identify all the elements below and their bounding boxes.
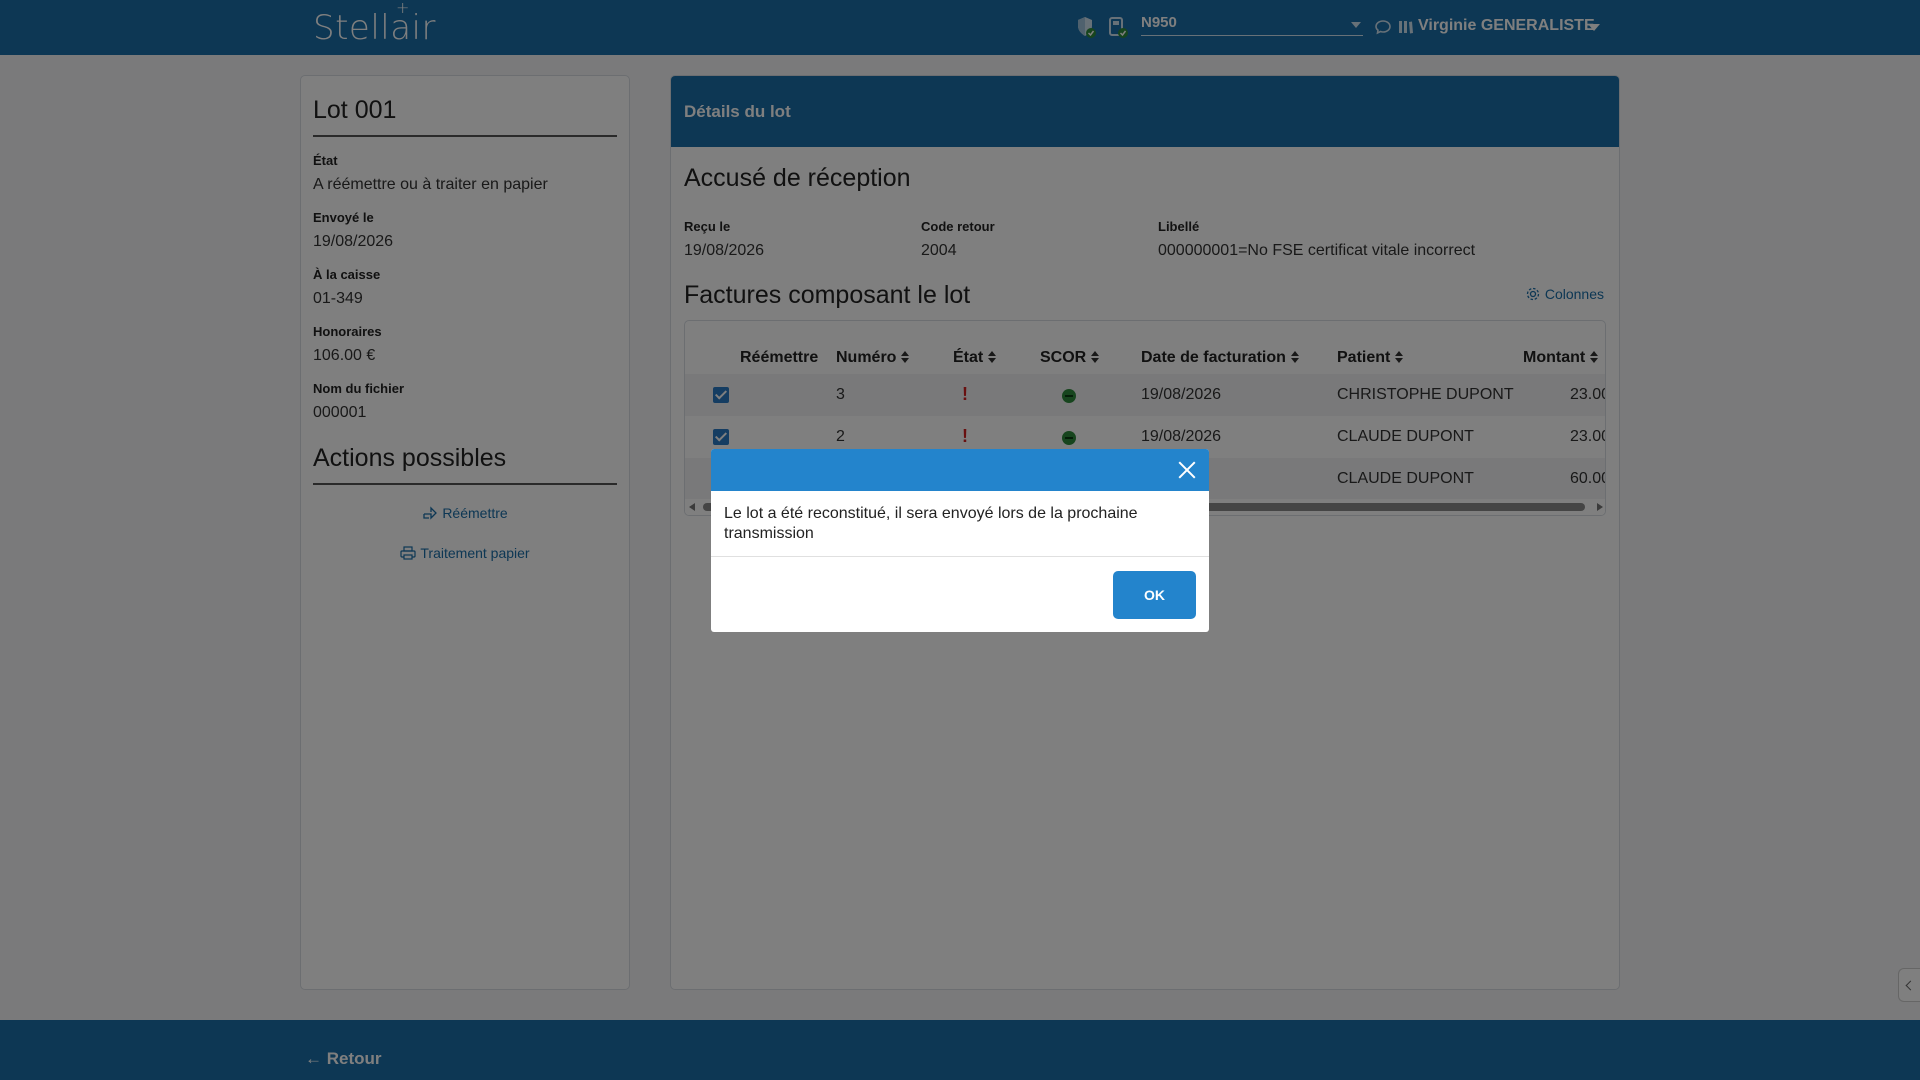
ok-button[interactable]: OK — [1113, 571, 1196, 619]
close-icon[interactable] — [1177, 460, 1197, 480]
dialog-header — [711, 449, 1209, 491]
confirmation-dialog: Le lot a été reconstitué, il sera envoyé… — [711, 449, 1209, 632]
dialog-message: Le lot a été reconstitué, il sera envoyé… — [711, 491, 1209, 557]
